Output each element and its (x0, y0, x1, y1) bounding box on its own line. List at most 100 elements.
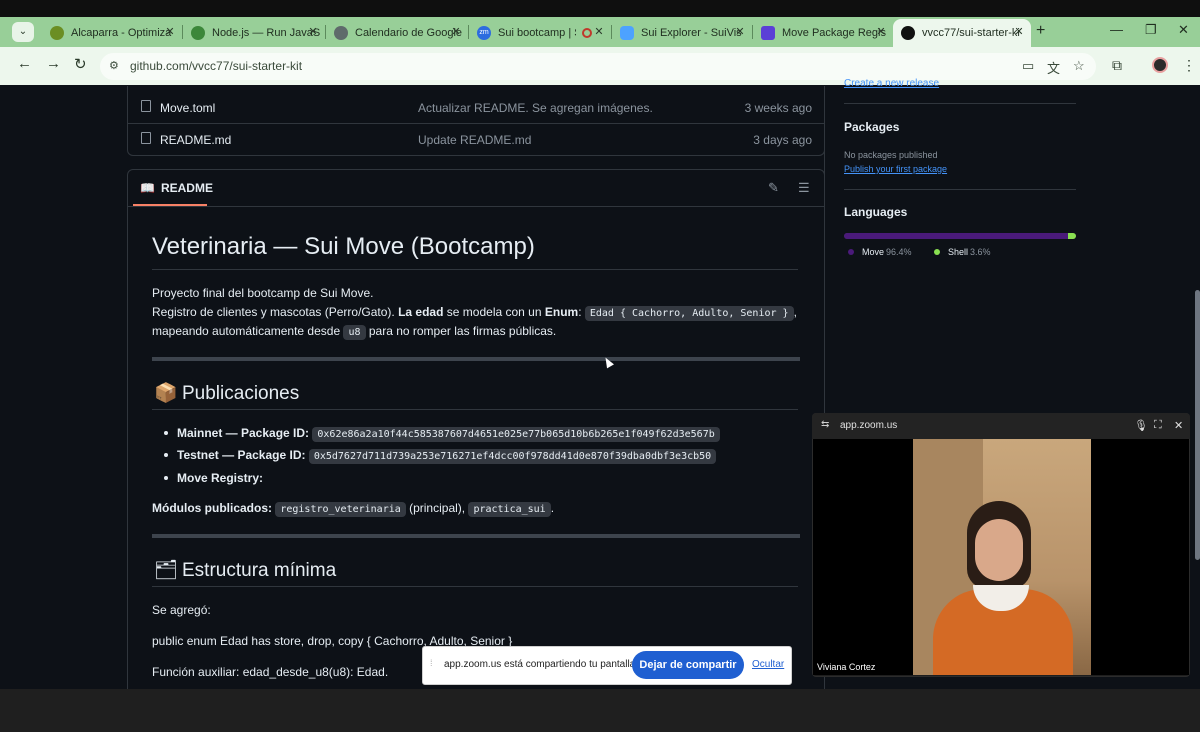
participant-video (913, 439, 1091, 675)
extensions-puzzle-icon[interactable]: ⧉ (1112, 57, 1122, 74)
zoom-favicon-icon: zm (477, 25, 491, 40)
bookmark-star-icon[interactable]: ☆ (1073, 58, 1085, 74)
profile-avatar[interactable] (1152, 57, 1168, 73)
move-registry-favicon-icon (761, 25, 775, 40)
intro-line-3: mapeando automáticamente desde u8 para n… (152, 324, 557, 340)
estructura-line-3: Función auxiliar: edad_desde_u8(u8): Eda… (152, 665, 389, 679)
language-shell[interactable]: Shell 3.6% (934, 247, 991, 257)
translate-icon[interactable]: 文 (1047, 58, 1060, 77)
commit-message[interactable]: Update README.md (418, 133, 531, 147)
menu-kebab-icon[interactable]: ⋮ (1182, 57, 1196, 74)
outline-list-icon[interactable]: ☰ (798, 180, 810, 196)
readme-tab-label: README (160, 181, 213, 195)
file-icon (141, 100, 151, 112)
restore-icon[interactable]: ❐ (1145, 22, 1157, 38)
packages-text: No packages published (844, 150, 938, 160)
zoom-window-title: app.zoom.us (840, 420, 898, 431)
close-window-icon[interactable]: ✕ (1178, 22, 1189, 38)
microphone-icon[interactable]: 🎙 (1134, 419, 1148, 432)
edit-pencil-icon[interactable]: ✎ (768, 180, 779, 196)
browser-tab-sui-explorer[interactable]: Sui Explorer - SuiVis ✕ (612, 20, 752, 45)
browser-tab-github-active[interactable]: vvcc77/sui-starter-ki ✕ (893, 19, 1031, 47)
close-tab-icon[interactable]: ✕ (593, 26, 605, 38)
browser-tab-nodejs[interactable]: Node.js — Run JavaS ✕ (183, 20, 325, 45)
recording-icon (582, 27, 592, 38)
estructura-line-1: Se agregó: (152, 603, 211, 617)
intro-line-2: Registro de clientes y mascotas (Perro/G… (152, 305, 797, 321)
close-tab-icon[interactable]: ✕ (1013, 26, 1025, 38)
book-icon: 📖 (140, 181, 155, 195)
reload-icon[interactable]: ↻ (74, 55, 87, 73)
back-arrow-icon[interactable]: ← (17, 55, 32, 72)
screen-bottom-area (0, 689, 1200, 732)
language-bar-segment-move (844, 233, 1068, 239)
testnet-item: Testnet — Package ID: 0x5d7627d711d739a2… (177, 448, 717, 464)
drag-handle-icon[interactable]: ⇆ (821, 419, 829, 430)
scrollbar-thumb[interactable] (1195, 290, 1200, 560)
file-name[interactable]: Move.toml (160, 101, 215, 115)
close-icon[interactable]: ✕ (1174, 419, 1183, 432)
site-settings-icon[interactable]: ⚙ (109, 59, 119, 72)
horizontal-rule (152, 534, 800, 538)
close-tab-icon[interactable]: ✕ (164, 26, 176, 38)
languages-bar (844, 233, 1076, 239)
alcaparra-favicon-icon (50, 25, 64, 40)
sui-favicon-icon (620, 25, 634, 40)
intro-line-1: Proyecto final del bootcamp de Sui Move. (152, 286, 374, 300)
globe-favicon-icon (334, 25, 348, 40)
close-tab-icon[interactable]: ✕ (307, 26, 319, 38)
folder-icon: 🗂 (154, 560, 179, 581)
browser-tab-zoom-bootcamp[interactable]: zm Sui bootcamp | S ✕ (469, 20, 611, 45)
horizontal-rule (152, 357, 800, 361)
tab-title: Sui bootcamp | S (498, 26, 576, 39)
file-name[interactable]: README.md (160, 133, 231, 147)
module-code: registro_veterinaria (275, 502, 406, 517)
language-bar-segment-shell (1067, 233, 1076, 239)
shell-dot-icon (934, 249, 940, 255)
close-tab-icon[interactable]: ✕ (734, 26, 746, 38)
commit-date: 3 days ago (753, 133, 812, 147)
u8-code: u8 (343, 325, 366, 340)
modules-line: Módulos publicados: registro_veterinaria… (152, 501, 555, 517)
browser-tab-alcaparra[interactable]: Alcaparra - Optimiza ✕ (42, 20, 182, 45)
participant-name: Viviana Cortez (817, 662, 876, 672)
readme-tab[interactable]: 📖 README (140, 181, 213, 195)
close-tab-icon[interactable]: ✕ (450, 26, 462, 38)
module-code: practica_sui (468, 502, 551, 517)
url-text[interactable]: github.com/vvcc77/sui-starter-kit (130, 59, 302, 73)
commit-message[interactable]: Actualizar README. Se agregan imágenes. (418, 101, 653, 115)
close-tab-icon[interactable]: ✕ (875, 26, 887, 38)
github-favicon-icon (901, 26, 915, 40)
mainnet-package-id: 0x62e86a2a10f44c585387607d4651e025e77b06… (312, 427, 720, 442)
file-row[interactable]: README.md Update README.md 3 days ago (128, 123, 824, 155)
cast-icon[interactable]: ▭ (1022, 58, 1034, 74)
tab-search-chevron-icon[interactable]: ⌄ (12, 22, 34, 42)
new-tab-plus-icon[interactable]: + (1036, 22, 1045, 40)
move-dot-icon (848, 249, 854, 255)
nodejs-favicon-icon (191, 25, 205, 40)
hide-link[interactable]: Ocultar (752, 659, 784, 670)
languages-heading: Languages (844, 205, 908, 219)
publicaciones-heading: 📦 Publicaciones (154, 383, 300, 404)
estructura-heading: 🗂 Estructura mínima (154, 560, 337, 581)
minimize-icon[interactable]: — (1110, 22, 1123, 37)
create-release-link[interactable]: Create a new release (844, 78, 939, 89)
publish-package-link[interactable]: Publish your first package (844, 164, 947, 174)
move-registry-item: Move Registry: (177, 471, 264, 485)
stop-sharing-button[interactable]: Dejar de compartir (632, 651, 744, 679)
commit-date: 3 weeks ago (744, 101, 812, 115)
mainnet-item: Mainnet — Package ID: 0x62e86a2a10f44c58… (177, 426, 720, 442)
browser-tab-move-registry[interactable]: Move Package Regis ✕ (753, 20, 893, 45)
drag-grip-icon[interactable]: ⁞ (430, 658, 433, 668)
file-row[interactable]: Move.toml Actualizar README. Se agregan … (128, 91, 824, 123)
packages-heading[interactable]: Packages (844, 120, 899, 134)
share-status-text: app.zoom.us está compartiendo tu pantall… (444, 659, 639, 670)
readme-title: Veterinaria — Sui Move (Bootcamp) (152, 233, 535, 260)
testnet-package-id: 0x5d7627d711d739a253e716271ef4dcc00f978d… (308, 449, 717, 464)
forward-arrow-icon[interactable]: → (46, 55, 61, 72)
browser-tab-calendar[interactable]: Calendario de Google ✕ (326, 20, 468, 45)
screen-top-strip (0, 0, 1200, 17)
language-move[interactable]: Move 96.4% (848, 247, 912, 257)
expand-icon[interactable]: ⛶ (1154, 419, 1162, 432)
package-box-icon: 📦 (154, 383, 178, 404)
